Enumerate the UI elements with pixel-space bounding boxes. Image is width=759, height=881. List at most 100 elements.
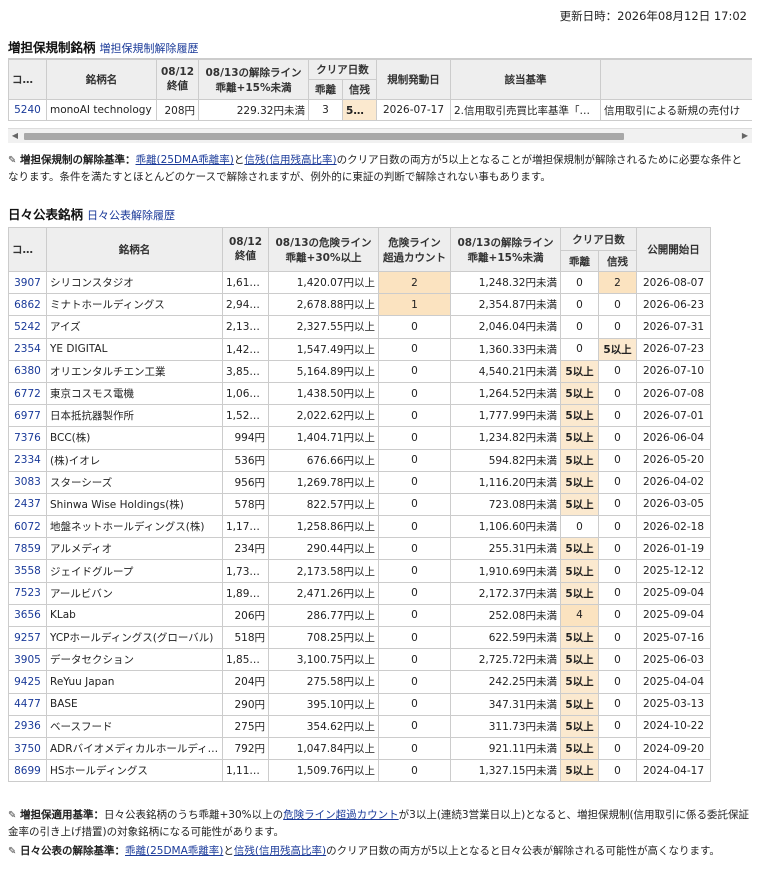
- cell-code[interactable]: 6772: [8, 381, 47, 406]
- table-row: 3750 ADRバイオメディカルホールディングス 792円 1,047.84円以上 0 9…: [8, 736, 711, 761]
- cell-close: 2,133円: [222, 315, 269, 339]
- scroll-right-arrow-icon[interactable]: ▶: [740, 131, 750, 141]
- cell-name[interactable]: ミナトホールディングス: [46, 293, 223, 317]
- cell-name[interactable]: スターシーズ: [46, 470, 223, 494]
- table-row: 3083 スターシーズ 956円 1,269.78円以上 0 1,116.20円未満 5以上…: [8, 470, 711, 494]
- cell-name[interactable]: データセクション: [46, 648, 223, 672]
- scroll-left-arrow-icon[interactable]: ◀: [10, 131, 20, 141]
- cell-code[interactable]: 6072: [8, 515, 47, 539]
- kairi-link[interactable]: 乖離(25DMA乖離率): [125, 845, 223, 857]
- cell-release-line: 1,106.60円未満: [450, 515, 561, 539]
- cell-name[interactable]: アイズ: [46, 315, 223, 339]
- cell-name[interactable]: シリコンスタジオ: [46, 270, 223, 295]
- cell-start-date: 2026-05-20: [636, 448, 711, 472]
- horizontal-scrollbar[interactable]: ◀ ▶: [8, 128, 752, 143]
- cell-code[interactable]: 3905: [8, 648, 47, 672]
- cell-code[interactable]: 7523: [8, 581, 47, 605]
- cell-code[interactable]: 3083: [8, 470, 47, 494]
- cell-release-line: 2,725.72円未満: [450, 648, 561, 672]
- cell-code[interactable]: 2334: [8, 448, 47, 472]
- cell-name[interactable]: YCPホールディングス(グローバル): [46, 625, 223, 650]
- cell-code[interactable]: 3907: [8, 270, 47, 295]
- cell-close: 994円: [222, 426, 269, 450]
- table-row: 7859 アルメディオ 234円 290.44円以上 0 255.31円未満 5以上 0 202…: [8, 537, 711, 561]
- cell-name[interactable]: アールビバン: [46, 581, 223, 605]
- cell-name[interactable]: (株)イオレ: [46, 448, 223, 472]
- cell-kairi: 5以上: [560, 404, 599, 428]
- cell-name[interactable]: ADRバイオメディカルホールディングス: [46, 736, 223, 761]
- cell-shinzan: 0: [598, 759, 637, 783]
- shinzan-link[interactable]: 信残(信用残高比率): [244, 154, 336, 166]
- cell-code[interactable]: 6977: [8, 404, 47, 428]
- cell-code[interactable]: 9257: [8, 625, 47, 650]
- cell-name[interactable]: オリエンタルチエン工業: [46, 359, 223, 383]
- cell-name[interactable]: ジェイドグループ: [46, 559, 223, 583]
- cell-name[interactable]: 日本抵抗器製作所: [46, 404, 223, 428]
- cell-code[interactable]: 2437: [8, 492, 47, 517]
- cell-over-count: 0: [378, 315, 451, 339]
- cell-start-date: 2025-09-04: [636, 581, 711, 605]
- over-count-link[interactable]: 危険ライン超過カウント: [283, 809, 399, 821]
- shinzan-link[interactable]: 信残(信用残高比率): [234, 845, 326, 857]
- cell-over-count: 0: [378, 648, 451, 672]
- cell-start-date: 2025-06-03: [636, 648, 711, 672]
- cell-code[interactable]: 3750: [8, 736, 47, 761]
- cell-over-count: 0: [378, 515, 451, 539]
- th-name: 銘柄名: [46, 227, 223, 272]
- th-criteria: 該当基準: [450, 59, 601, 100]
- cell-code[interactable]: 9425: [8, 670, 47, 694]
- cell-name[interactable]: BCC(株): [46, 426, 223, 450]
- cell-name[interactable]: Shinwa Wise Holdings(株): [46, 492, 223, 517]
- cell-code[interactable]: 2354: [8, 337, 47, 361]
- cell-shinzan: 0: [598, 714, 637, 738]
- cell-over-count: 0: [378, 759, 451, 783]
- cell-start-date: 2026-01-19: [636, 537, 711, 561]
- cell-shinzan: 5以上: [598, 337, 637, 361]
- kairi-link[interactable]: 乖離(25DMA乖離率): [136, 154, 234, 166]
- cell-shinzan: 0: [598, 381, 637, 406]
- cell-code[interactable]: 3558: [8, 559, 47, 583]
- scrollbar-thumb[interactable]: [24, 133, 624, 140]
- cell-name[interactable]: KLab: [46, 603, 223, 628]
- cell-code[interactable]: 7859: [8, 537, 47, 561]
- cell-over-count: 0: [378, 381, 451, 406]
- cell-kairi: 5以上: [560, 537, 599, 561]
- cell-danger-line: 1,509.76円以上: [268, 759, 379, 783]
- cell-danger-line: 2,471.26円以上: [268, 581, 379, 605]
- cell-shinzan: 5以上: [342, 99, 377, 121]
- cell-danger-line: 822.57円以上: [268, 492, 379, 517]
- cell-kairi: 5以上: [560, 492, 599, 517]
- table-row: 3907 シリコンスタジオ 1,618円 1,420.07円以上 2 1,248.32円未…: [8, 270, 711, 295]
- cell-name[interactable]: BASE: [46, 692, 223, 716]
- cell-code[interactable]: 6380: [8, 359, 47, 383]
- cell-code[interactable]: 6862: [8, 293, 47, 317]
- cell-name[interactable]: HSホールディングス: [46, 759, 223, 783]
- cell-code[interactable]: 8699: [8, 759, 47, 783]
- cell-close: 1,859円: [222, 648, 269, 672]
- cell-code[interactable]: 5240: [8, 99, 47, 121]
- cell-over-count: 0: [378, 426, 451, 450]
- cell-name[interactable]: アルメディオ: [46, 537, 223, 561]
- cell-kairi: 5以上: [560, 714, 599, 738]
- cell-name[interactable]: ベースフード: [46, 714, 223, 738]
- cell-code[interactable]: 5242: [8, 315, 47, 339]
- cell-code[interactable]: 7376: [8, 426, 47, 450]
- cell-name[interactable]: YE DIGITAL: [46, 337, 223, 361]
- cell-code[interactable]: 2936: [8, 714, 47, 738]
- cell-name[interactable]: 東京コスモス電機: [46, 381, 223, 406]
- cell-name[interactable]: 地盤ネットホールディングス(株): [46, 515, 223, 539]
- cell-name[interactable]: monoAI technology: [46, 99, 157, 121]
- cell-danger-line: 1,547.49円以上: [268, 337, 379, 361]
- cell-danger-line: 290.44円以上: [268, 537, 379, 561]
- section1-table: コード 銘柄名 08/12 終値 08/13の解除ライン 乖離+15%未満 クリア日…: [8, 59, 752, 121]
- cell-name[interactable]: ReYuu Japan: [46, 670, 223, 694]
- th-clear-days: クリア日数: [560, 227, 637, 251]
- table-row: 9425 ReYuu Japan 204円 275.58円以上 0 242.25円未満 5以…: [8, 670, 711, 694]
- cell-shinzan: 0: [598, 448, 637, 472]
- cell-over-count: 1: [378, 293, 451, 317]
- section1-history-link[interactable]: 増担保規制解除履歴: [100, 42, 199, 55]
- section2-history-link[interactable]: 日々公表解除履歴: [87, 209, 175, 222]
- cell-release-line: 1,116.20円未満: [450, 470, 561, 494]
- cell-code[interactable]: 4477: [8, 692, 47, 716]
- cell-code[interactable]: 3656: [8, 603, 47, 628]
